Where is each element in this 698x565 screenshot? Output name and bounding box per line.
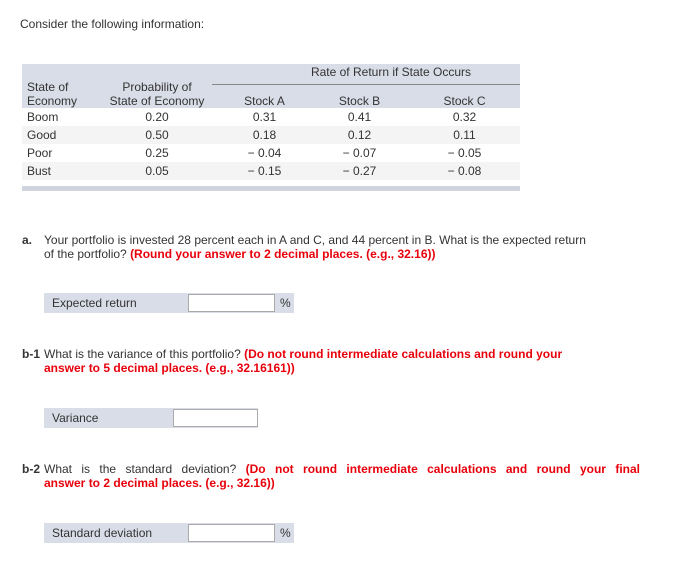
cell-stock-a: − 0.04 (247, 146, 282, 160)
question-a-text-2: of the portfolio? (44, 247, 131, 261)
col-header-stock-b: Stock B (338, 94, 381, 108)
question-b1-instruction-2: answer to 5 decimal places. (e.g., 32.16… (44, 361, 295, 375)
col-header-probability-line1: Probability of (122, 80, 192, 94)
cell-stock-b: 0.41 (347, 110, 372, 124)
col-header-probability-line2: State of Economy (109, 94, 205, 108)
cell-probability: 0.50 (145, 128, 169, 142)
table-row: Bust 0.05 − 0.15 − 0.27 − 0.08 (22, 162, 520, 180)
question-b2-line2: answer to 2 decimal places. (e.g., 32.16… (22, 476, 640, 490)
cell-stock-b: 0.12 (347, 128, 372, 142)
cell-state: Good (27, 128, 57, 142)
question-b2-instruction-2: answer to 2 decimal places. (e.g., 32.16… (44, 476, 275, 490)
question-b1-instruction: (Do not round intermediate calculations … (244, 347, 563, 361)
cell-stock-b: − 0.27 (342, 164, 377, 178)
question-a-line2: of the portfolio? (Round your answer to … (22, 247, 642, 261)
cell-state: Poor (27, 146, 53, 160)
table-row: Good 0.50 0.18 0.12 0.11 (22, 126, 520, 144)
standard-deviation-field-row: Standard deviation % (44, 523, 294, 543)
group-header-rate-of-return: Rate of Return if State Occurs (310, 65, 472, 79)
col-header-state-line1: State of (27, 80, 69, 94)
cell-stock-c: 0.32 (452, 110, 477, 124)
intro-text: Consider the following information: (20, 17, 205, 31)
col-header-state-line2: Economy (27, 94, 78, 108)
percent-unit: % (280, 526, 291, 540)
expected-return-input[interactable] (188, 294, 275, 312)
col-header-stock-a: Stock A (244, 94, 285, 108)
table-footer-bar (22, 186, 520, 191)
expected-return-field-row: Expected return % (44, 293, 294, 313)
cell-stock-c: − 0.05 (447, 146, 482, 160)
col-header-state: State of Economy (27, 80, 77, 108)
cell-probability: 0.20 (145, 110, 169, 124)
cell-state: Bust (27, 164, 52, 178)
table-row: Poor 0.25 − 0.04 − 0.07 − 0.05 (22, 144, 520, 162)
cell-stock-c: − 0.08 (447, 164, 482, 178)
question-b2-line1: b-2 What is the standard deviation? (Do n… (22, 462, 640, 476)
question-b2: b-2 What is the standard deviation? (Do n… (22, 462, 640, 490)
variance-label: Variance (52, 411, 99, 425)
cell-stock-a: − 0.15 (247, 164, 282, 178)
question-a-instruction: (Round your answer to 2 decimal places. … (130, 247, 436, 261)
question-b1-label: b-1 (22, 347, 40, 361)
cell-stock-a: 0.18 (252, 128, 277, 142)
question-b1: b-1 What is the variance of this portfoli… (22, 347, 642, 375)
table-header: Rate of Return if State Occurs State of … (22, 64, 520, 108)
question-b1-line2: answer to 5 decimal places. (e.g., 32.16… (22, 361, 642, 375)
table-row: Boom 0.20 0.31 0.41 0.32 (22, 108, 520, 126)
question-a-label: a. (22, 233, 33, 247)
standard-deviation-input[interactable] (188, 524, 275, 542)
cell-probability: 0.05 (145, 164, 169, 178)
question-b2-instruction: (Do not round intermediate calculations … (245, 462, 640, 476)
cell-probability: 0.25 (145, 146, 169, 160)
question-a: a. Your portfolio is invested 28 percent … (22, 233, 642, 261)
question-b1-line1: b-1 What is the variance of this portfoli… (22, 347, 642, 361)
col-header-probability: Probability of State of Economy (102, 80, 212, 108)
question-a-line1: a. Your portfolio is invested 28 percent … (22, 233, 642, 247)
percent-unit: % (280, 296, 291, 310)
group-header-divider (212, 84, 520, 85)
standard-deviation-label: Standard deviation (52, 526, 153, 540)
question-b1-text: What is the variance of this portfolio? (44, 347, 245, 361)
cell-stock-a: 0.31 (252, 110, 277, 124)
variance-field-row: Variance (44, 408, 258, 428)
col-header-stock-c: Stock C (443, 94, 486, 108)
cell-state: Boom (27, 110, 59, 124)
question-a-text: Your portfolio is invested 28 percent ea… (44, 233, 586, 247)
question-b2-label: b-2 (22, 462, 40, 476)
cell-stock-b: − 0.07 (342, 146, 377, 160)
expected-return-label: Expected return (52, 296, 137, 310)
question-b2-text: What is the standard deviation? (44, 462, 246, 476)
variance-input[interactable] (173, 409, 258, 427)
cell-stock-c: 0.11 (453, 128, 476, 142)
